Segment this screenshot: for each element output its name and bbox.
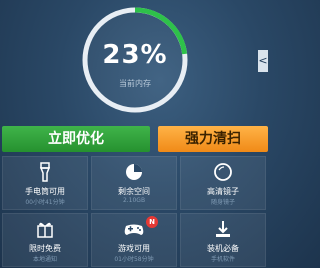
mirror-icon bbox=[181, 161, 265, 183]
tile-title: 高清镜子 bbox=[207, 187, 239, 196]
tile-game[interactable]: N 游戏可用 01小时58分钟 bbox=[91, 213, 177, 267]
optimize-now-button[interactable]: 立即优化 bbox=[2, 126, 150, 152]
tile-title: 手电筒可用 bbox=[25, 187, 65, 196]
tile-title: 限时免费 bbox=[29, 244, 61, 253]
new-badge: N bbox=[146, 216, 158, 228]
tile-mirror[interactable]: 高清镜子 随身镜子 bbox=[180, 156, 266, 210]
tile-title: 剩余空间 bbox=[118, 187, 150, 196]
tile-subtitle: 本地通知 bbox=[32, 256, 57, 263]
tile-subtitle: 随身镜子 bbox=[210, 199, 235, 206]
gift-icon bbox=[3, 218, 87, 240]
tile-flashlight[interactable]: 手电筒可用 00小时41分钟 bbox=[2, 156, 88, 210]
tile-title: 游戏可用 bbox=[118, 244, 150, 253]
memory-gauge[interactable]: 23% 当前内存 bbox=[60, 4, 210, 116]
tool-grid: 手电筒可用 00小时41分钟 剩余空间 2.10GB 高清镜子 随身镜子 限时免… bbox=[2, 156, 268, 268]
memory-percent: 23% bbox=[102, 40, 168, 70]
download-icon bbox=[181, 218, 265, 240]
tile-essential-apps[interactable]: 装机必备 手机软件 bbox=[180, 213, 266, 267]
storage-pie-icon bbox=[92, 161, 176, 183]
tile-subtitle: 2.10GB bbox=[122, 197, 146, 204]
force-clean-button[interactable]: 强力清扫 bbox=[158, 126, 268, 152]
tile-limited-free[interactable]: 限时免费 本地通知 bbox=[2, 213, 88, 267]
tile-storage[interactable]: 剩余空间 2.10GB bbox=[91, 156, 177, 210]
tile-subtitle: 00小时41分钟 bbox=[25, 199, 65, 206]
tile-subtitle: 手机软件 bbox=[210, 256, 235, 263]
memory-caption: 当前内存 bbox=[119, 79, 151, 88]
gamepad-icon bbox=[92, 218, 176, 240]
side-tab-arrow-icon[interactable]: < bbox=[258, 50, 268, 72]
flashlight-icon bbox=[3, 161, 87, 183]
tile-title: 装机必备 bbox=[207, 244, 239, 253]
tile-subtitle: 01小时58分钟 bbox=[114, 256, 154, 263]
